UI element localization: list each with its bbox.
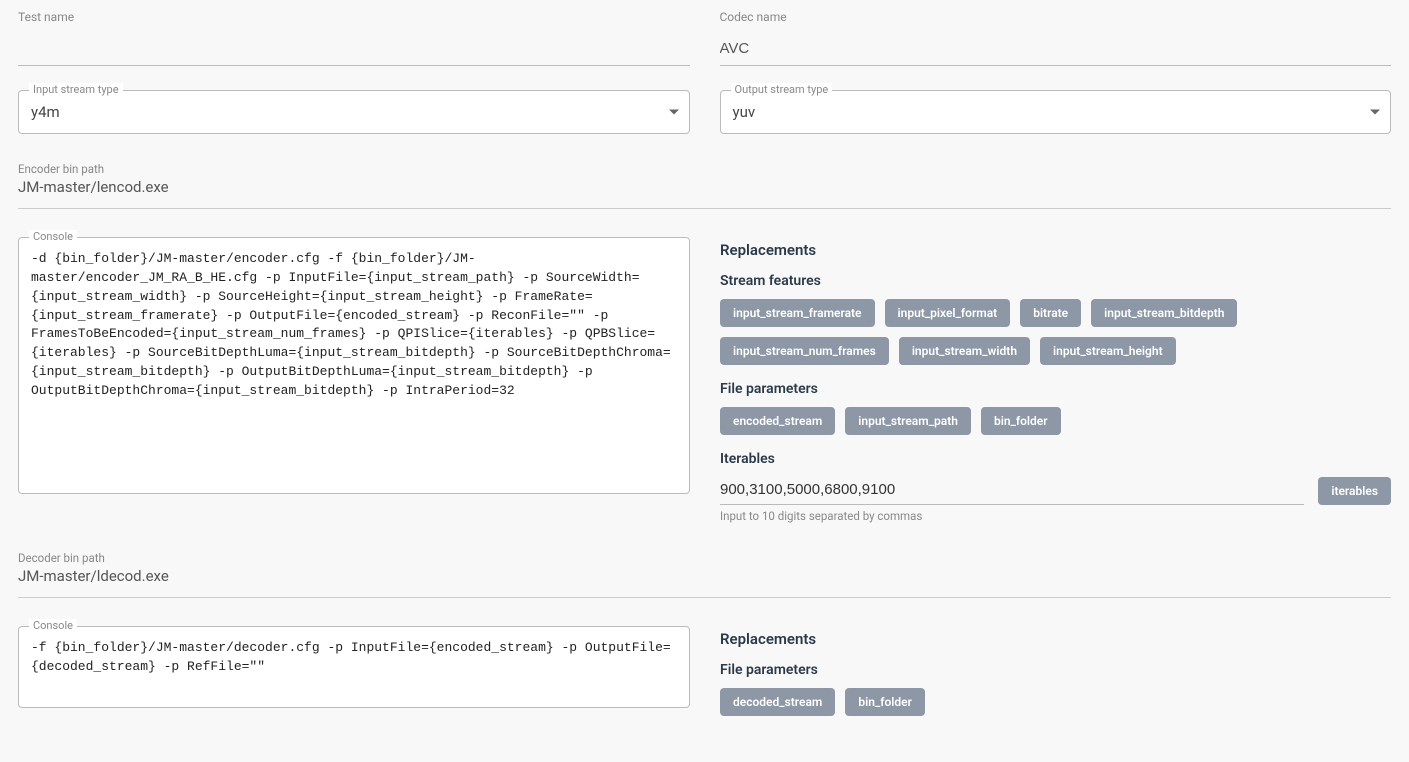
encoder-file-params-title: File parameters [720,381,1391,397]
chip-input-stream-height[interactable]: input_stream_height [1040,337,1176,365]
chevron-down-icon [1370,110,1380,115]
encoder-bin-path-input[interactable]: JM-master/lencod.exe [18,176,1391,204]
stream-features-title: Stream features [720,273,1391,289]
encoder-file-params-chips: encoded_stream input_stream_path bin_fol… [720,407,1391,435]
iterables-input[interactable] [720,477,1304,505]
test-name-input[interactable] [18,26,690,66]
chip-input-stream-bitdepth[interactable]: input_stream_bitdepth [1091,299,1237,327]
decoder-console-box[interactable]: Console -f {bin_folder}/JM-master/decode… [18,626,690,708]
test-name-label: Test name [18,10,690,24]
iterables-title: Iterables [720,451,1391,467]
encoder-console-box[interactable]: Console -d {bin_folder}/JM-master/encode… [18,237,690,494]
decoder-bin-path-label: Decoder bin path [18,551,1391,565]
decoder-file-params-chips: decoded_stream bin_folder [720,688,1391,716]
encoder-replacements-title: Replacements [720,241,1391,259]
chip-bin-folder-2[interactable]: bin_folder [845,688,925,716]
chip-encoded-stream[interactable]: encoded_stream [720,407,835,435]
encoder-console-text[interactable]: -d {bin_folder}/JM-master/encoder.cfg -f… [19,238,689,493]
input-stream-type-value: y4m [19,91,689,133]
output-stream-type-select[interactable]: Output stream type yuv [720,90,1392,134]
codec-name-input[interactable] [720,26,1392,66]
stream-features-chips: input_stream_framerate input_pixel_forma… [720,299,1391,365]
chip-input-stream-num-frames[interactable]: input_stream_num_frames [720,337,889,365]
input-stream-type-label: Input stream type [29,83,123,96]
encoder-bin-path-label: Encoder bin path [18,162,1391,176]
chip-input-stream-path[interactable]: input_stream_path [845,407,971,435]
decoder-file-params-title: File parameters [720,662,1391,678]
chip-bin-folder[interactable]: bin_folder [981,407,1061,435]
chip-decoded-stream[interactable]: decoded_stream [720,688,835,716]
decoder-console-label: Console [29,619,77,632]
decoder-console-text[interactable]: -f {bin_folder}/JM-master/decoder.cfg -p… [19,627,689,707]
chip-input-stream-framerate[interactable]: input_stream_framerate [720,299,875,327]
encoder-console-label: Console [29,230,77,243]
chip-bitrate[interactable]: bitrate [1020,299,1081,327]
input-stream-type-select[interactable]: Input stream type y4m [18,90,690,134]
chevron-down-icon [669,110,679,115]
chip-input-stream-width[interactable]: input_stream_width [899,337,1030,365]
chip-iterables[interactable]: iterables [1318,477,1391,505]
iterables-helper: Input to 10 digits separated by commas [720,509,1391,523]
decoder-replacements-title: Replacements [720,630,1391,648]
codec-name-label: Codec name [720,10,1392,24]
output-stream-type-value: yuv [721,91,1391,133]
decoder-bin-path-input[interactable]: JM-master/ldecod.exe [18,565,1391,593]
output-stream-type-label: Output stream type [731,83,833,96]
chip-input-pixel-format[interactable]: input_pixel_format [885,299,1011,327]
